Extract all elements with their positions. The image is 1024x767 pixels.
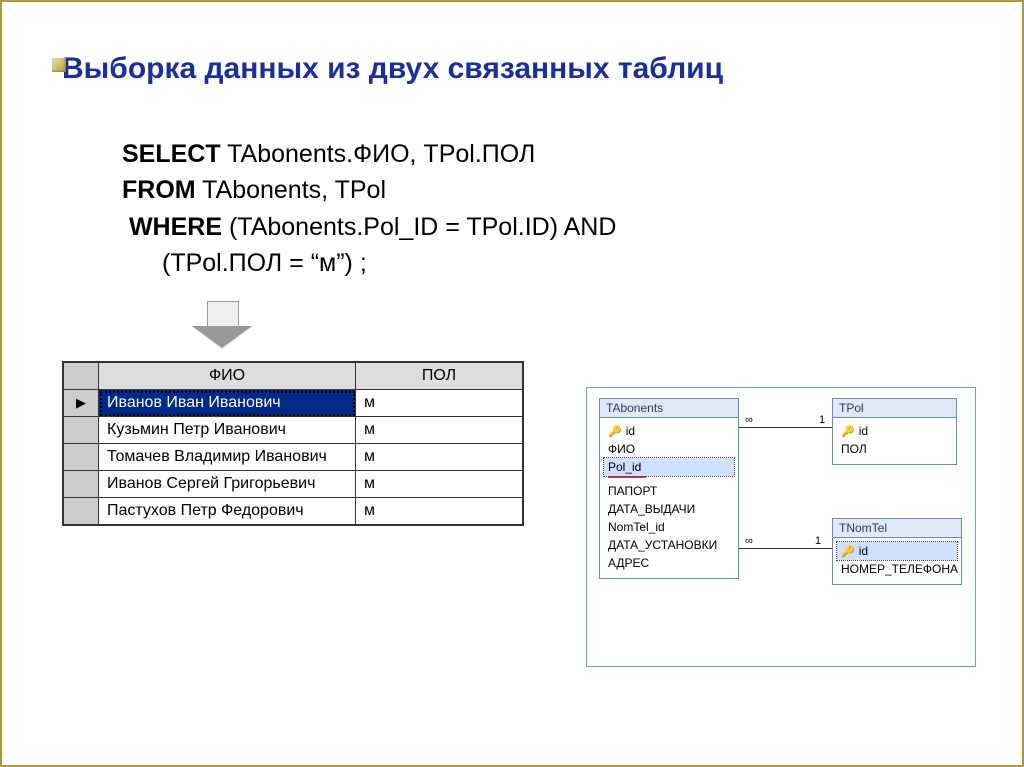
field[interactable]: ПОЛ [837, 440, 952, 458]
entity-tpol[interactable]: TPol 🔑id ПОЛ [832, 398, 957, 465]
result-grid[interactable]: ФИО ПОЛ ▶Иванов Иван ИвановичмКузьмин Пе… [62, 361, 524, 526]
entity-title: TNomTel [832, 518, 962, 538]
relation-line [794, 548, 832, 549]
cell-pol[interactable]: м [356, 498, 524, 526]
col-header-pol[interactable]: ПОЛ [356, 362, 524, 390]
cell-pol[interactable]: м [356, 417, 524, 444]
field-selected[interactable]: Pol_id [604, 458, 734, 476]
field[interactable]: ДАТА_УСТАНОВКИ [604, 536, 734, 554]
cell-fio[interactable]: Кузьмин Петр Иванович [99, 417, 356, 444]
table-row[interactable]: Томачев Владимир Ивановичм [63, 444, 523, 471]
bullet-marker [52, 58, 66, 72]
field[interactable]: АДРЕС [604, 554, 734, 572]
row-selector[interactable] [63, 471, 99, 498]
entity-fields: 🔑id ФИО Pol_id ПАПОРТ ДАТА_ВЫДАЧИ NomTel… [599, 418, 739, 579]
sql-line-select: SELECT TAbonents.ФИО, TPol.ПОЛ [122, 136, 972, 172]
sql-from-rest: TAbonents, TPol [196, 176, 386, 204]
entity-title: TAbonents [599, 398, 739, 418]
cell-pol[interactable]: м [356, 390, 524, 417]
relation-cardinality-one: 1 [815, 535, 821, 547]
sql-line-from: FROM TAbonents, TPol [122, 172, 972, 208]
row-selector[interactable]: ▶ [63, 390, 99, 417]
field-selected[interactable]: 🔑id [837, 542, 957, 560]
result-body: ▶Иванов Иван ИвановичмКузьмин Петр Ивано… [63, 390, 523, 526]
header-row: ФИО ПОЛ [63, 362, 523, 390]
sql-kw-where: WHERE [129, 213, 222, 241]
sql-kw-select: SELECT [122, 140, 221, 168]
key-icon: 🔑 [608, 426, 622, 438]
relation-cardinality-inf: ∞ [745, 535, 753, 547]
sql-select-rest: TAbonents.ФИО, TPol.ПОЛ [221, 140, 536, 168]
field[interactable]: ФИО [604, 440, 734, 458]
field[interactable]: НОМЕР_ТЕЛЕФОНА [837, 560, 957, 578]
schema-panel: TAbonents 🔑id ФИО Pol_id ПАПОРТ ДАТА_ВЫД… [586, 387, 976, 667]
entity-fields: 🔑id ПОЛ [832, 418, 957, 465]
row-selector[interactable] [63, 417, 99, 444]
entity-tabonents[interactable]: TAbonents 🔑id ФИО Pol_id ПАПОРТ ДАТА_ВЫД… [599, 398, 739, 579]
cell-pol[interactable]: м [356, 444, 524, 471]
slide-title: Выборка данных из двух связанных таблиц [62, 52, 972, 86]
cell-fio[interactable]: Иванов Сергей Григорьевич [99, 471, 356, 498]
relation-line [739, 548, 794, 549]
relation-cardinality-one: 1 [819, 414, 825, 426]
key-icon: 🔑 [841, 426, 855, 438]
down-arrow-icon [192, 301, 252, 351]
cell-fio[interactable]: Иванов Иван Иванович [99, 390, 356, 417]
fk-underline-icon [608, 476, 646, 478]
table-row[interactable]: ▶Иванов Иван Ивановичм [63, 390, 523, 417]
field[interactable]: ДАТА_ВЫДАЧИ [604, 500, 734, 518]
table-row[interactable]: Пастухов Петр Федоровичм [63, 498, 523, 526]
slide: Выборка данных из двух связанных таблиц … [0, 0, 1024, 767]
table-row[interactable]: Иванов Сергей Григорьевичм [63, 471, 523, 498]
field[interactable]: 🔑id [837, 422, 952, 440]
sql-where-line2: (TPol.ПОЛ = “м”) ; [162, 245, 972, 281]
col-header-fio[interactable]: ФИО [99, 362, 356, 390]
sql-where-rest: (TAbonents.Pol_ID = TPol.ID) AND [222, 213, 616, 241]
relation-line [739, 427, 832, 428]
corner-cell [63, 362, 99, 390]
cell-fio[interactable]: Томачев Владимир Иванович [99, 444, 356, 471]
entity-fields: 🔑id НОМЕР_ТЕЛЕФОНА [832, 538, 962, 585]
sql-block: SELECT TAbonents.ФИО, TPol.ПОЛ FROM TAbo… [122, 136, 972, 281]
cell-fio[interactable]: Пастухов Петр Федорович [99, 498, 356, 526]
row-selector[interactable] [63, 498, 99, 526]
relation-cardinality-inf: ∞ [745, 414, 753, 426]
key-icon: 🔑 [841, 546, 855, 558]
field[interactable]: NomTel_id [604, 518, 734, 536]
field[interactable]: 🔑id [604, 422, 734, 440]
table-row[interactable]: Кузьмин Петр Ивановичм [63, 417, 523, 444]
entity-tnomtel[interactable]: TNomTel 🔑id НОМЕР_ТЕЛЕФОНА [832, 518, 962, 585]
sql-line-where: WHERE (TAbonents.Pol_ID = TPol.ID) AND (… [122, 209, 972, 282]
entity-title: TPol [832, 398, 957, 418]
cell-pol[interactable]: м [356, 471, 524, 498]
sql-kw-from: FROM [122, 176, 196, 204]
row-selector[interactable] [63, 444, 99, 471]
field[interactable]: ПАПОРТ [604, 482, 734, 500]
